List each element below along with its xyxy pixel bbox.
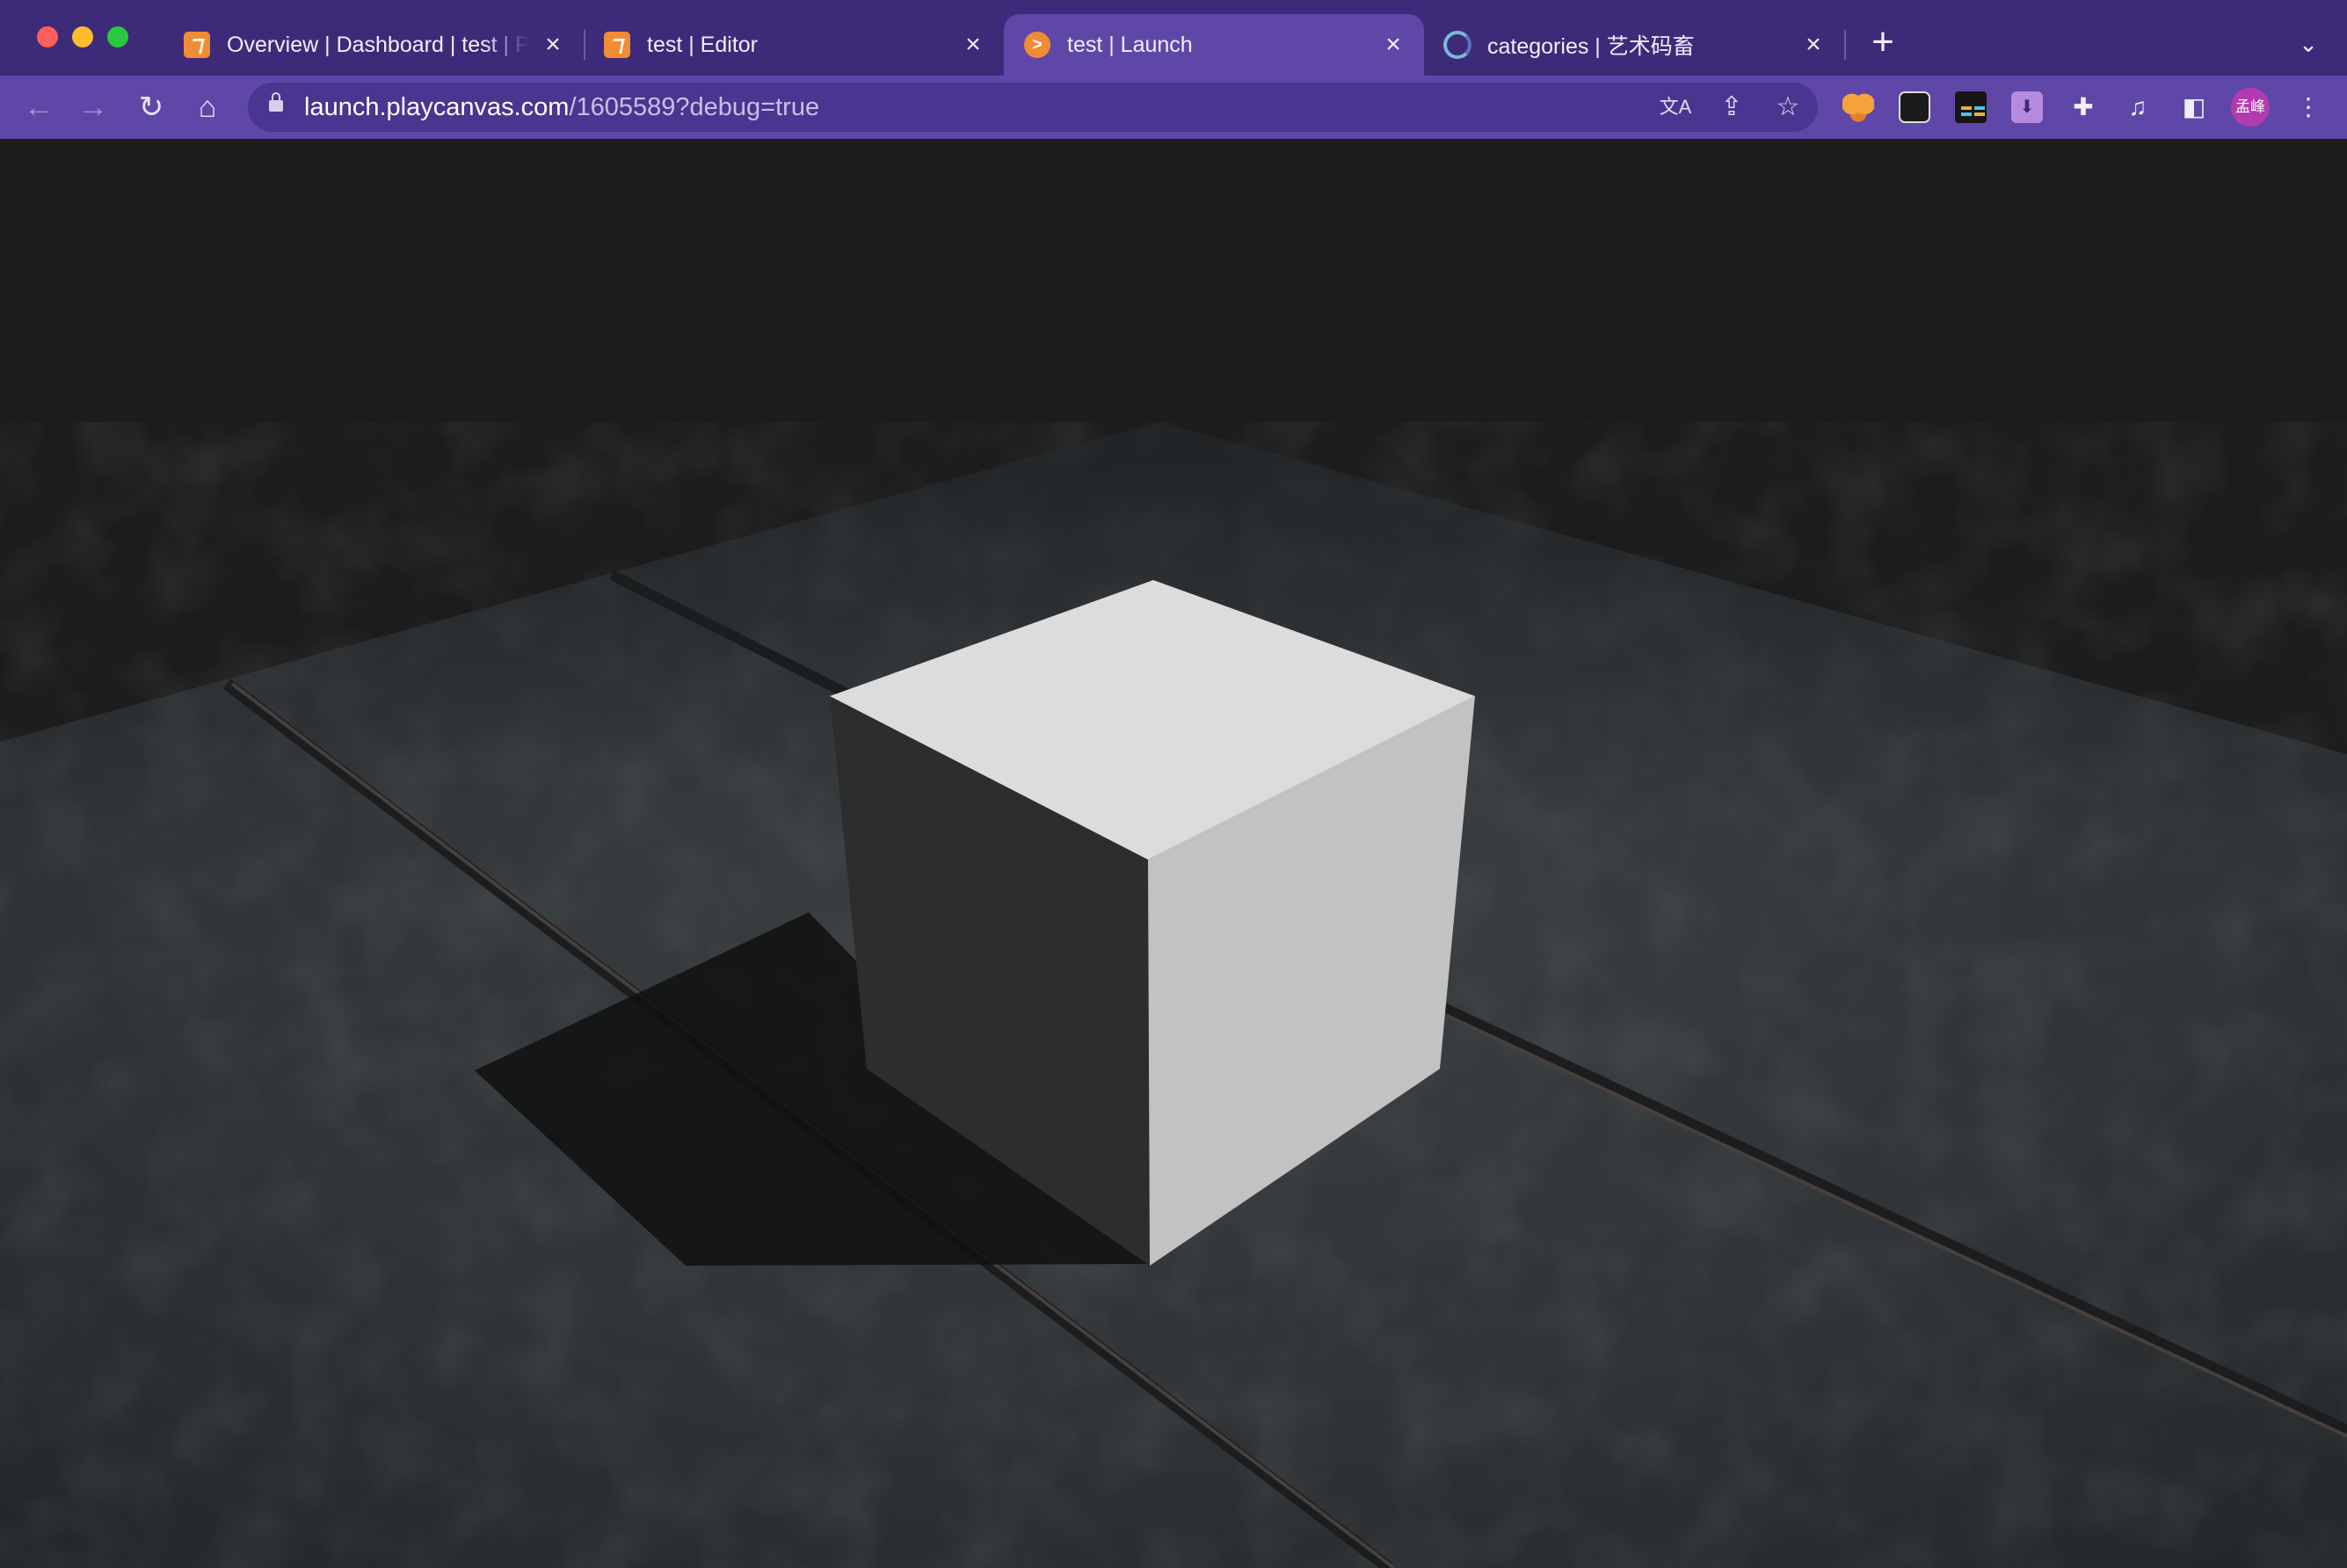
tab-title: test | Editor xyxy=(647,32,758,57)
new-tab-button[interactable]: + xyxy=(1864,23,1902,63)
close-icon[interactable]: × xyxy=(1798,30,1828,60)
tab-title: test | Launch xyxy=(1067,32,1193,57)
tab-list-chevron-icon[interactable]: ⌄ xyxy=(2291,25,2326,63)
url-text[interactable]: launch.playcanvas.com/1605589?debug=true xyxy=(304,83,819,132)
profile-avatar[interactable]: 孟峰 xyxy=(2231,88,2270,127)
minimize-window-button[interactable] xyxy=(72,26,93,47)
tab-editor[interactable]: test | Editor × xyxy=(584,14,1004,76)
zoom-window-button[interactable] xyxy=(107,26,128,47)
close-icon[interactable]: × xyxy=(538,30,568,60)
bookmark-star-icon[interactable]: ☆ xyxy=(1770,90,1806,125)
butterfly-extension-icon[interactable] xyxy=(1842,91,1874,123)
forward-arrow-icon[interactable]: → xyxy=(74,88,113,127)
close-icon[interactable]: × xyxy=(1378,30,1408,60)
browser-window: Overview | Dashboard | test | Pl × test … xyxy=(0,0,2347,1568)
puzzle-extensions-icon[interactable]: ✚ xyxy=(2067,91,2099,123)
playcanvas-icon xyxy=(183,31,211,59)
tab-strip: Overview | Dashboard | test | Pl × test … xyxy=(0,0,2347,76)
download-shield-extension-icon[interactable]: ⬇ xyxy=(2011,91,2043,123)
3d-scene xyxy=(0,422,2347,1568)
tab-title: Overview | Dashboard | test | Pl xyxy=(227,32,529,57)
tab-categories[interactable]: categories | 艺术码畜 × xyxy=(1424,14,1844,76)
launch-icon: > xyxy=(1023,31,1051,59)
lock-icon[interactable] xyxy=(269,92,283,112)
reload-icon[interactable]: ↻ xyxy=(132,88,171,127)
translate-icon[interactable]: 文A xyxy=(1658,90,1693,125)
back-arrow-icon[interactable]: ← xyxy=(19,88,58,127)
close-window-button[interactable] xyxy=(37,26,58,47)
address-bar[interactable]: launch.playcanvas.com/1605589?debug=true… xyxy=(248,83,1818,132)
swirl-icon xyxy=(1443,31,1471,59)
glasses-extension-icon[interactable] xyxy=(1899,91,1930,123)
tab-separator xyxy=(1844,30,1846,60)
captions-extension-icon[interactable] xyxy=(1955,91,1987,123)
tab-launch[interactable]: > test | Launch × xyxy=(1004,14,1424,76)
home-icon[interactable]: ⌂ xyxy=(188,88,227,127)
playcanvas-canvas[interactable] xyxy=(0,139,2347,1568)
menu-kebab-icon[interactable]: ⋮ xyxy=(2293,91,2324,123)
tab-title: categories | 艺术码畜 xyxy=(1487,34,1695,59)
side-panel-icon[interactable]: ◧ xyxy=(2178,91,2210,123)
playcanvas-icon xyxy=(603,31,631,59)
browser-toolbar: ← → ↻ ⌂ launch.playcanvas.com/1605589?de… xyxy=(0,76,2347,141)
share-icon[interactable]: ⇪ xyxy=(1714,90,1749,125)
close-icon[interactable]: × xyxy=(958,30,988,60)
reading-list-icon[interactable]: ♫ xyxy=(2122,91,2154,123)
tab-overview-dashboard[interactable]: Overview | Dashboard | test | Pl × xyxy=(163,14,584,76)
